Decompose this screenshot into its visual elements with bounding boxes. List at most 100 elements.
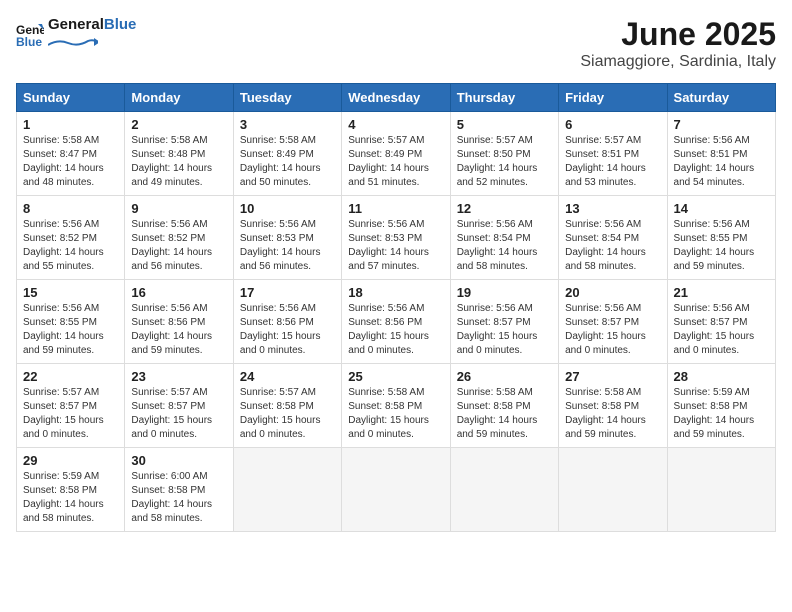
logo-blue: Blue <box>104 16 137 33</box>
day-cell <box>342 448 450 532</box>
day-cell: 30 Sunrise: 6:00 AM Sunset: 8:58 PM Dayli… <box>125 448 233 532</box>
day-number: 3 <box>240 117 335 132</box>
day-cell: 2 Sunrise: 5:58 AM Sunset: 8:48 PM Daylig… <box>125 112 233 196</box>
day-number: 18 <box>348 285 443 300</box>
day-number: 15 <box>23 285 118 300</box>
weekday-header-wednesday: Wednesday <box>342 84 450 112</box>
day-number: 16 <box>131 285 226 300</box>
day-cell: 10 Sunrise: 5:56 AM Sunset: 8:53 PM Dayli… <box>233 196 341 280</box>
week-row-2: 8 Sunrise: 5:56 AM Sunset: 8:52 PM Daylig… <box>17 196 776 280</box>
logo-general: General <box>48 16 104 33</box>
day-info: Sunrise: 5:58 AM Sunset: 8:49 PM Dayligh… <box>240 134 335 190</box>
day-number: 1 <box>23 117 118 132</box>
day-number: 9 <box>131 201 226 216</box>
day-number: 6 <box>565 117 660 132</box>
day-number: 8 <box>23 201 118 216</box>
day-number: 2 <box>131 117 226 132</box>
day-info: Sunrise: 5:56 AM Sunset: 8:53 PM Dayligh… <box>348 218 443 274</box>
page-header: General Blue GeneralBlue June 2025 Siama… <box>16 16 776 71</box>
day-info: Sunrise: 5:58 AM Sunset: 8:58 PM Dayligh… <box>457 386 552 442</box>
logo-icon: General Blue <box>16 20 44 48</box>
week-row-1: 1 Sunrise: 5:58 AM Sunset: 8:47 PM Daylig… <box>17 112 776 196</box>
day-cell <box>450 448 558 532</box>
day-cell: 17 Sunrise: 5:56 AM Sunset: 8:56 PM Dayli… <box>233 280 341 364</box>
day-cell: 26Sunrise: 5:58 AM Sunset: 8:58 PM Dayli… <box>450 364 558 448</box>
week-row-4: 22 Sunrise: 5:57 AM Sunset: 8:57 PM Dayli… <box>17 364 776 448</box>
logo: General Blue GeneralBlue <box>16 16 136 52</box>
day-info: Sunrise: 5:56 AM Sunset: 8:56 PM Dayligh… <box>240 302 335 358</box>
day-number: 10 <box>240 201 335 216</box>
day-number: 22 <box>23 369 118 384</box>
day-number: 13 <box>565 201 660 216</box>
day-number: 28 <box>674 369 769 384</box>
logo-wave <box>48 37 98 47</box>
day-info: Sunrise: 5:58 AM Sunset: 8:48 PM Dayligh… <box>131 134 226 190</box>
day-cell: 11 Sunrise: 5:56 AM Sunset: 8:53 PM Dayli… <box>342 196 450 280</box>
day-cell: 22 Sunrise: 5:57 AM Sunset: 8:57 PM Dayli… <box>17 364 125 448</box>
day-info: Sunrise: 5:59 AM Sunset: 8:58 PM Dayligh… <box>674 386 769 442</box>
svg-text:Blue: Blue <box>16 35 42 48</box>
week-row-5: 29 Sunrise: 5:59 AM Sunset: 8:58 PM Dayli… <box>17 448 776 532</box>
day-number: 11 <box>348 201 443 216</box>
day-info: Sunrise: 5:57 AM Sunset: 8:50 PM Dayligh… <box>457 134 552 190</box>
day-cell: 4 Sunrise: 5:57 AM Sunset: 8:49 PM Daylig… <box>342 112 450 196</box>
day-info: Sunrise: 5:57 AM Sunset: 8:49 PM Dayligh… <box>348 134 443 190</box>
day-cell: 15 Sunrise: 5:56 AM Sunset: 8:55 PM Dayli… <box>17 280 125 364</box>
day-cell: 20Sunrise: 5:56 AM Sunset: 8:57 PM Dayli… <box>559 280 667 364</box>
calendar-table: SundayMondayTuesdayWednesdayThursdayFrid… <box>16 83 776 532</box>
day-info: Sunrise: 6:00 AM Sunset: 8:58 PM Dayligh… <box>131 470 226 526</box>
day-info: Sunrise: 5:57 AM Sunset: 8:57 PM Dayligh… <box>23 386 118 442</box>
day-cell: 5 Sunrise: 5:57 AM Sunset: 8:50 PM Daylig… <box>450 112 558 196</box>
day-cell: 13 Sunrise: 5:56 AM Sunset: 8:54 PM Dayli… <box>559 196 667 280</box>
day-info: Sunrise: 5:56 AM Sunset: 8:55 PM Dayligh… <box>674 218 769 274</box>
day-cell <box>559 448 667 532</box>
day-info: Sunrise: 5:56 AM Sunset: 8:54 PM Dayligh… <box>457 218 552 274</box>
day-info: Sunrise: 5:57 AM Sunset: 8:58 PM Dayligh… <box>240 386 335 442</box>
day-number: 29 <box>23 453 118 468</box>
day-number: 21 <box>674 285 769 300</box>
day-info: Sunrise: 5:56 AM Sunset: 8:55 PM Dayligh… <box>23 302 118 358</box>
day-info: Sunrise: 5:56 AM Sunset: 8:51 PM Dayligh… <box>674 134 769 190</box>
week-row-3: 15 Sunrise: 5:56 AM Sunset: 8:55 PM Dayli… <box>17 280 776 364</box>
weekday-header-saturday: Saturday <box>667 84 775 112</box>
day-number: 14 <box>674 201 769 216</box>
weekday-header-monday: Monday <box>125 84 233 112</box>
weekday-header-thursday: Thursday <box>450 84 558 112</box>
day-info: Sunrise: 5:56 AM Sunset: 8:52 PM Dayligh… <box>131 218 226 274</box>
day-number: 25 <box>348 369 443 384</box>
day-info: Sunrise: 5:58 AM Sunset: 8:47 PM Dayligh… <box>23 134 118 190</box>
weekday-header-sunday: Sunday <box>17 84 125 112</box>
title-block: June 2025 Siamaggiore, Sardinia, Italy <box>580 16 776 71</box>
day-info: Sunrise: 5:59 AM Sunset: 8:58 PM Dayligh… <box>23 470 118 526</box>
day-cell: 27 Sunrise: 5:58 AM Sunset: 8:58 PM Dayli… <box>559 364 667 448</box>
day-info: Sunrise: 5:56 AM Sunset: 8:53 PM Dayligh… <box>240 218 335 274</box>
day-number: 24 <box>240 369 335 384</box>
day-cell: 24 Sunrise: 5:57 AM Sunset: 8:58 PM Dayli… <box>233 364 341 448</box>
day-cell <box>667 448 775 532</box>
day-cell: 21 Sunrise: 5:56 AM Sunset: 8:57 PM Dayli… <box>667 280 775 364</box>
day-number: 5 <box>457 117 552 132</box>
day-info: Sunrise: 5:56 AM Sunset: 8:56 PM Dayligh… <box>131 302 226 358</box>
day-info: Sunrise: 5:58 AM Sunset: 8:58 PM Dayligh… <box>348 386 443 442</box>
day-cell: 9 Sunrise: 5:56 AM Sunset: 8:52 PM Daylig… <box>125 196 233 280</box>
day-info: Sunrise: 5:56 AM Sunset: 8:56 PM Dayligh… <box>348 302 443 358</box>
day-number: 4 <box>348 117 443 132</box>
day-cell: 7 Sunrise: 5:56 AM Sunset: 8:51 PM Daylig… <box>667 112 775 196</box>
day-info: Sunrise: 5:56 AM Sunset: 8:54 PM Dayligh… <box>565 218 660 274</box>
day-cell: 1 Sunrise: 5:58 AM Sunset: 8:47 PM Daylig… <box>17 112 125 196</box>
day-info: Sunrise: 5:56 AM Sunset: 8:57 PM Dayligh… <box>674 302 769 358</box>
day-number: 30 <box>131 453 226 468</box>
day-number: 17 <box>240 285 335 300</box>
weekday-header-row: SundayMondayTuesdayWednesdayThursdayFrid… <box>17 84 776 112</box>
day-number: 27 <box>565 369 660 384</box>
day-cell: 29 Sunrise: 5:59 AM Sunset: 8:58 PM Dayli… <box>17 448 125 532</box>
day-info: Sunrise: 5:56 AM Sunset: 8:52 PM Dayligh… <box>23 218 118 274</box>
weekday-header-friday: Friday <box>559 84 667 112</box>
day-number: 19 <box>457 285 552 300</box>
day-cell: 19Sunrise: 5:56 AM Sunset: 8:57 PM Dayli… <box>450 280 558 364</box>
day-number: 7 <box>674 117 769 132</box>
day-info: Sunrise: 5:58 AM Sunset: 8:58 PM Dayligh… <box>565 386 660 442</box>
day-cell: 8 Sunrise: 5:56 AM Sunset: 8:52 PM Daylig… <box>17 196 125 280</box>
day-info: Sunrise: 5:57 AM Sunset: 8:51 PM Dayligh… <box>565 134 660 190</box>
day-cell <box>233 448 341 532</box>
